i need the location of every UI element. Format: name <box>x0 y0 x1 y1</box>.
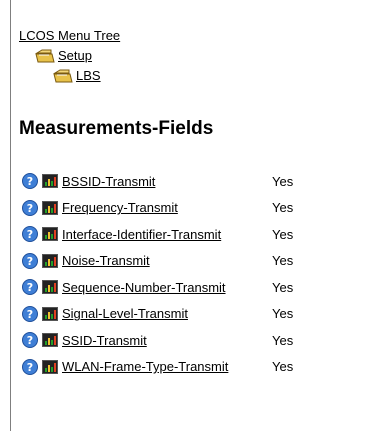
field-link-signal-level-transmit[interactable]: Signal-Level-Transmit <box>62 306 272 321</box>
help-icon[interactable]: ? <box>22 173 38 190</box>
breadcrumb-setup-row: Setup <box>19 46 120 66</box>
help-icon[interactable]: ? <box>22 279 38 296</box>
field-link-ssid-transmit[interactable]: SSID-Transmit <box>62 333 272 348</box>
chart-icon[interactable] <box>42 174 58 189</box>
help-icon[interactable]: ? <box>22 199 38 216</box>
svg-text:?: ? <box>27 228 33 241</box>
field-link-interface-identifier-transmit[interactable]: Interface-Identifier-Transmit <box>62 227 272 242</box>
list-item: ? BSSID-Transmit Yes <box>22 168 312 195</box>
breadcrumb-link-setup[interactable]: Setup <box>58 46 92 66</box>
chart-icon[interactable] <box>42 333 58 348</box>
list-item: ? Signal-Level-Transmit Yes <box>22 301 312 328</box>
help-icon[interactable]: ? <box>22 358 38 375</box>
svg-text:?: ? <box>27 255 33 268</box>
help-icon[interactable]: ? <box>22 305 38 322</box>
chart-icon[interactable] <box>42 227 58 242</box>
field-value: Yes <box>272 226 294 242</box>
page-title: Measurements-Fields <box>19 118 214 139</box>
field-value: Yes <box>272 306 294 322</box>
chart-icon[interactable] <box>42 253 58 268</box>
chart-icon[interactable] <box>42 306 58 321</box>
svg-text:?: ? <box>27 308 33 321</box>
field-link-bssid-transmit[interactable]: BSSID-Transmit <box>62 174 272 189</box>
left-border-line <box>10 0 11 431</box>
list-item: ? Frequency-Transmit Yes <box>22 195 312 222</box>
field-value: Yes <box>272 279 294 295</box>
svg-text:?: ? <box>27 361 33 374</box>
field-value: Yes <box>272 200 294 216</box>
list-item: ? Noise-Transmit Yes <box>22 248 312 275</box>
field-link-sequence-number-transmit[interactable]: Sequence-Number-Transmit <box>62 280 272 295</box>
breadcrumb-root-row: LCOS Menu Tree <box>19 26 120 46</box>
list-item: ? Interface-Identifier-Transmit Yes <box>22 221 312 248</box>
svg-text:?: ? <box>27 334 33 347</box>
field-link-wlan-frame-type-transmit[interactable]: WLAN-Frame-Type-Transmit <box>62 359 272 374</box>
field-value: Yes <box>272 253 294 269</box>
field-link-frequency-transmit[interactable]: Frequency-Transmit <box>62 200 272 215</box>
svg-text:?: ? <box>27 175 33 188</box>
help-icon[interactable]: ? <box>22 252 38 269</box>
help-icon[interactable]: ? <box>22 332 38 349</box>
folder-icon <box>53 69 73 83</box>
field-value: Yes <box>272 173 294 189</box>
svg-text:?: ? <box>27 281 33 294</box>
chart-icon[interactable] <box>42 200 58 215</box>
chart-icon[interactable] <box>42 280 58 295</box>
svg-text:?: ? <box>27 202 33 215</box>
fields-list: ? BSSID-Transmit Yes ? Frequency-Transmi… <box>22 168 312 380</box>
list-item: ? Sequence-Number-Transmit Yes <box>22 274 312 301</box>
breadcrumb-link-lbs[interactable]: LBS <box>76 66 101 86</box>
breadcrumb-lbs-row: LBS <box>19 66 120 86</box>
list-item: ? SSID-Transmit Yes <box>22 327 312 354</box>
field-value: Yes <box>272 359 294 375</box>
chart-icon[interactable] <box>42 359 58 374</box>
breadcrumb: LCOS Menu Tree Setup LBS <box>19 26 120 86</box>
list-item: ? WLAN-Frame-Type-Transmit Yes <box>22 354 312 381</box>
folder-icon <box>35 49 55 63</box>
field-value: Yes <box>272 332 294 348</box>
breadcrumb-link-lcos-menu-tree[interactable]: LCOS Menu Tree <box>19 26 120 46</box>
field-link-noise-transmit[interactable]: Noise-Transmit <box>62 253 272 268</box>
help-icon[interactable]: ? <box>22 226 38 243</box>
